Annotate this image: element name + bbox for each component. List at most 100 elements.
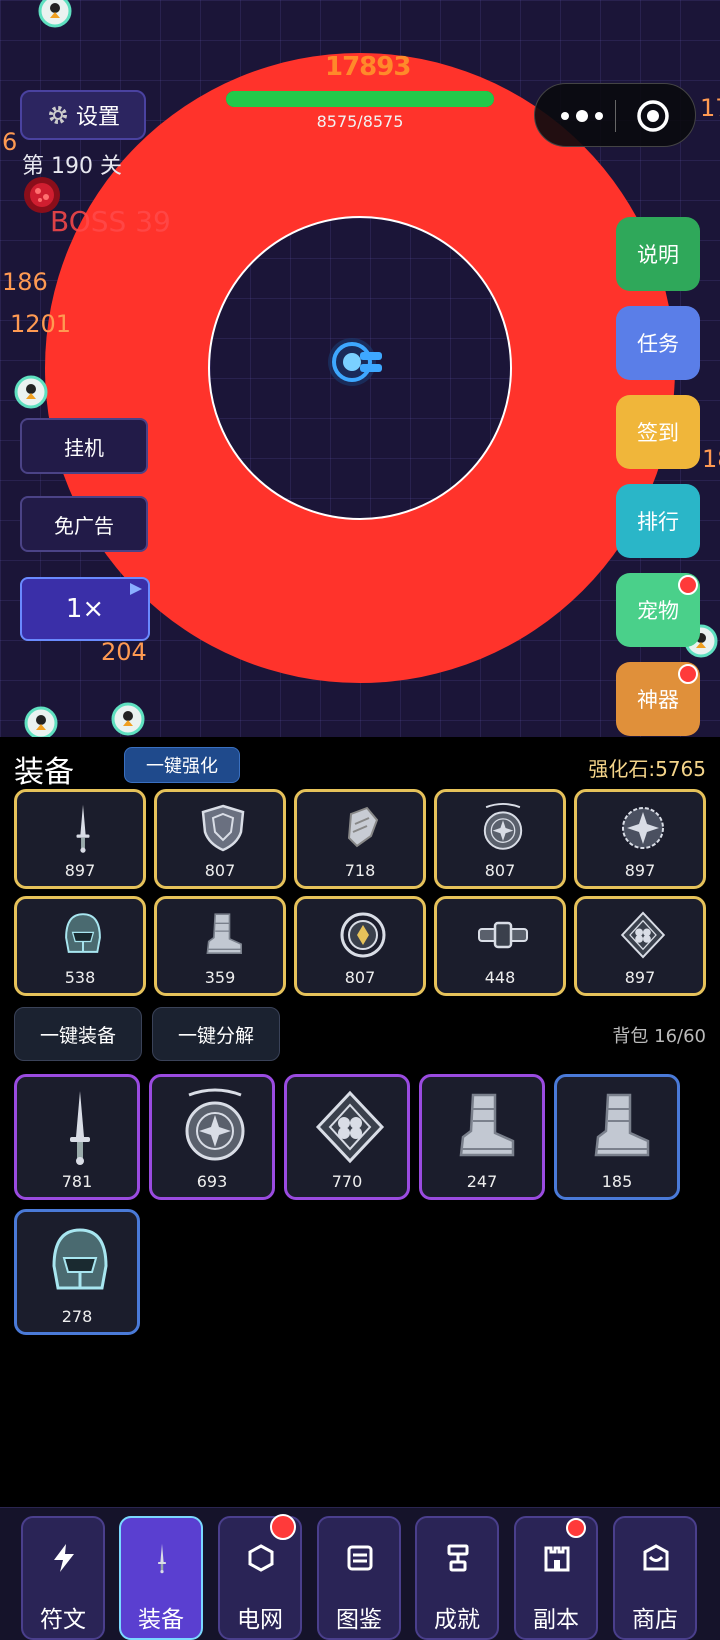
floating-damage: 186 xyxy=(2,268,48,296)
book-icon xyxy=(344,1542,376,1574)
notification-dot xyxy=(678,575,698,595)
slot-power: 448 xyxy=(484,968,516,987)
game-area[interactable]: 17893 8575/8575 设置 第 190 关 BOSS 39 6 186… xyxy=(0,0,720,737)
charm-icon xyxy=(313,1087,387,1167)
ring-icon xyxy=(337,909,389,961)
floating-damage: 1201 xyxy=(10,310,72,338)
nav-tab-label: 电网 xyxy=(237,1607,283,1633)
bag-item[interactable]: 770 xyxy=(284,1074,410,1200)
nav-tab-label: 商店 xyxy=(632,1607,678,1633)
miniprogram-capsule xyxy=(534,83,696,147)
close-miniprogram-icon[interactable] xyxy=(635,98,671,134)
nav-tab[interactable]: 电网 xyxy=(218,1514,302,1640)
slot-power: 718 xyxy=(344,861,376,880)
bag-item[interactable]: 693 xyxy=(149,1074,275,1200)
notification-dot xyxy=(270,1514,296,1540)
equipment-slot[interactable]: 538 xyxy=(14,896,146,996)
equipment-slot[interactable]: 897 xyxy=(574,896,706,996)
capsule-divider xyxy=(615,100,616,132)
dismantle-all-button[interactable]: 一键分解 xyxy=(152,1007,280,1061)
equipment-slot[interactable]: 807 xyxy=(154,789,286,889)
settings-button[interactable]: 设置 xyxy=(20,90,146,140)
slot-power: 807 xyxy=(484,861,516,880)
nav-tab-label: 装备 xyxy=(138,1607,184,1633)
equipment-slot[interactable]: 359 xyxy=(154,896,286,996)
slot-power: 807 xyxy=(204,861,236,880)
play-icon xyxy=(130,583,142,595)
slot-power: 538 xyxy=(64,968,96,987)
right-menu-button[interactable]: 说明 xyxy=(616,217,700,291)
helmet-icon xyxy=(43,1222,117,1302)
item-power: 781 xyxy=(61,1172,93,1191)
turret-icon xyxy=(328,338,382,386)
floating-damage: 204 xyxy=(101,638,147,666)
nav-tab-label: 符文 xyxy=(40,1607,86,1633)
amulet-icon xyxy=(178,1087,252,1167)
gauntlet-icon xyxy=(337,802,389,854)
nav-tab[interactable]: 商店 xyxy=(613,1516,697,1640)
equip-all-button[interactable]: 一键装备 xyxy=(14,1007,142,1061)
nav-tab[interactable]: 装备 xyxy=(119,1516,203,1640)
amulet-icon xyxy=(477,802,529,854)
helmet-icon xyxy=(57,909,109,961)
nav-tab[interactable]: 符文 xyxy=(21,1516,105,1640)
more-icon[interactable] xyxy=(557,106,607,126)
equipment-slot[interactable]: 807 xyxy=(294,896,426,996)
panel-title: 装备 xyxy=(14,755,74,790)
bag-item[interactable]: 185 xyxy=(554,1074,680,1200)
sword-icon xyxy=(146,1542,178,1574)
enemy-icon xyxy=(14,375,48,409)
nav-tab[interactable]: 成就 xyxy=(415,1516,499,1640)
nav-tab[interactable]: 图鉴 xyxy=(317,1516,401,1640)
nav-tab-label: 副本 xyxy=(533,1607,579,1633)
settings-label: 设置 xyxy=(75,105,120,130)
sword-icon xyxy=(43,1087,117,1167)
strengthen-all-button[interactable]: 一键强化 xyxy=(124,747,240,783)
boots-icon xyxy=(197,909,249,961)
equipment-slot[interactable]: 718 xyxy=(294,789,426,889)
enemy-icon xyxy=(38,0,72,28)
equipment-slot[interactable]: 448 xyxy=(434,896,566,996)
idle-button[interactable]: 挂机 xyxy=(20,418,148,474)
enemy-icon xyxy=(24,706,58,737)
item-power: 185 xyxy=(601,1172,633,1191)
damage-number: 17893 xyxy=(325,52,411,82)
notification-dot xyxy=(566,1518,586,1538)
speed-label: 1× xyxy=(65,594,105,624)
slot-power: 897 xyxy=(624,968,656,987)
equipment-slot[interactable]: 897 xyxy=(574,789,706,889)
nav-tab[interactable]: 副本 xyxy=(514,1516,598,1640)
right-menu-button[interactable]: 任务 xyxy=(616,306,700,380)
right-menu-button[interactable]: 宠物 xyxy=(616,573,700,647)
castle-icon xyxy=(541,1542,573,1574)
hexagon-icon xyxy=(245,1542,277,1574)
right-menu-label: 排行 xyxy=(637,510,679,534)
right-menu-label: 签到 xyxy=(637,421,679,445)
bag-item[interactable]: 247 xyxy=(419,1074,545,1200)
hp-bar xyxy=(226,91,494,107)
no-ads-button[interactable]: 免广告 xyxy=(20,496,148,552)
nav-tab-label: 图鉴 xyxy=(336,1607,382,1633)
right-menu-button[interactable]: 签到 xyxy=(616,395,700,469)
bag-item[interactable]: 781 xyxy=(14,1074,140,1200)
bottom-nav: 符文 装备 电网 图鉴 成就 副本 商店 xyxy=(0,1507,720,1640)
item-power: 770 xyxy=(331,1172,363,1191)
equipment-slot[interactable]: 897 xyxy=(14,789,146,889)
boots-icon xyxy=(448,1087,522,1167)
slot-power: 897 xyxy=(624,861,656,880)
belt-icon xyxy=(477,909,529,961)
equipment-slot[interactable]: 807 xyxy=(434,789,566,889)
bag-item[interactable]: 278 xyxy=(14,1209,140,1335)
item-power: 247 xyxy=(466,1172,498,1191)
hp-text: 8575/8575 xyxy=(316,112,404,131)
hp-bar-fill xyxy=(226,91,494,107)
speed-button[interactable]: 1× xyxy=(20,577,150,641)
right-menu-button[interactable]: 排行 xyxy=(616,484,700,558)
slot-power: 359 xyxy=(204,968,236,987)
boots-icon xyxy=(583,1087,657,1167)
sword-icon xyxy=(57,802,109,854)
right-menu-button[interactable]: 神器 xyxy=(616,662,700,736)
lightning-icon xyxy=(48,1542,80,1574)
shop-icon xyxy=(640,1542,672,1574)
item-power: 278 xyxy=(61,1307,93,1326)
